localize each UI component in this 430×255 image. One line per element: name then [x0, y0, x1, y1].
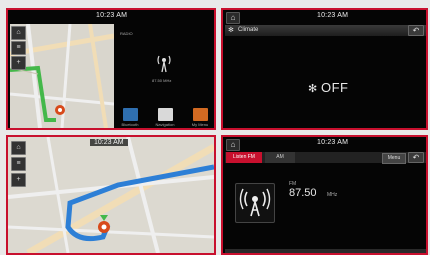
app-label: My Menu [191, 122, 209, 127]
climate-screen: ⌂ 10:23 AM ✻ Climate ↶ ✻ OFF [221, 8, 428, 130]
tab-am[interactable]: AM [265, 152, 295, 163]
preset-bar[interactable] [225, 249, 426, 253]
frequency: 87.50 [289, 187, 317, 199]
map-view[interactable] [8, 137, 214, 253]
clock: 10:23 AM [90, 139, 128, 146]
menu-button[interactable]: Menu [382, 153, 406, 164]
navigation-screen: ⌂ ≡ + 10:23 AM [6, 135, 216, 255]
radio-band-label: RADIO [120, 31, 133, 36]
frequency-unit: MHz [327, 192, 338, 198]
screen-title: Climate [238, 27, 259, 33]
clock: 10:23 AM [317, 12, 349, 19]
map-menu-icon[interactable]: ≡ [11, 41, 26, 55]
radio-frequency: 87.50 MHz [152, 78, 172, 83]
clock: 10:23 AM [96, 12, 128, 19]
radio-broadcast-icon [235, 183, 275, 223]
fan-small-icon: ✻ [228, 27, 234, 34]
my-menu-icon[interactable] [193, 108, 208, 121]
bluetooth-icon[interactable] [123, 108, 138, 121]
back-button[interactable]: ↶ [408, 152, 424, 163]
home-icon[interactable]: ⌂ [11, 141, 26, 155]
fan-icon: ✻ [308, 83, 318, 95]
navigation-icon[interactable] [158, 108, 173, 121]
zoom-icon[interactable]: + [11, 173, 26, 187]
title-bar: ✻ Climate ↶ [225, 25, 426, 36]
tab-bar: Listen FM AM Menu ↶ [225, 152, 426, 164]
home-icon[interactable]: ⌂ [226, 12, 240, 24]
climate-status: OFF [321, 80, 349, 95]
app-label: Bluetooth [121, 122, 139, 127]
zoom-icon[interactable]: + [11, 56, 26, 70]
home-icon[interactable]: ⌂ [226, 139, 240, 151]
map-menu-icon[interactable]: ≡ [11, 157, 26, 171]
tab-listen-fm[interactable]: Listen FM [226, 152, 262, 163]
back-button[interactable]: ↶ [408, 25, 424, 36]
radio-broadcast-icon[interactable] [154, 52, 174, 74]
home-split-screen: 10:23 AM ⌂ ≡ + RADIO 87.50 MHz Bluetooth… [6, 8, 216, 130]
clock: 10:23 AM [317, 139, 349, 146]
app-label: Navigation [155, 122, 175, 127]
radio-screen: ⌂ 10:23 AM Listen FM AM Menu ↶ FM 87.50 … [221, 135, 428, 255]
home-icon[interactable]: ⌂ [11, 26, 26, 40]
